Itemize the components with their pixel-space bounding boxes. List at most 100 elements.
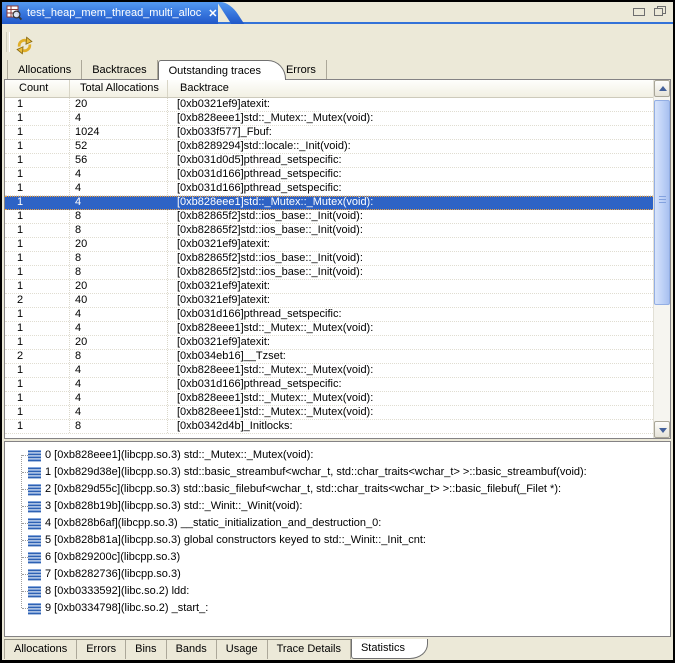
backtrace-item[interactable]: 9 [0xb0334798](libc.so.2) _start_:	[5, 600, 670, 617]
scroll-down-button[interactable]	[654, 421, 670, 438]
cell-total-allocations: 4	[70, 378, 168, 391]
toolbar	[2, 24, 673, 58]
cell-total-allocations: 8	[70, 224, 168, 237]
tab-outstanding-traces[interactable]: Outstanding traces	[158, 60, 286, 80]
cell-count: 1	[5, 112, 70, 125]
close-icon[interactable]: ✕	[208, 7, 217, 20]
cell-count: 1	[5, 168, 70, 181]
stack-frames-icon	[28, 569, 41, 581]
bottom-tab-errors[interactable]: Errors	[77, 640, 126, 659]
table-row[interactable]: 18[0xb82865f2]std::ios_base::_Init(void)…	[5, 224, 653, 238]
tab-backtraces[interactable]: Backtraces	[82, 60, 157, 79]
cell-count: 1	[5, 98, 70, 111]
refresh-traces-button[interactable]	[13, 34, 35, 56]
bottom-view-tabs: AllocationsErrorsBinsBandsUsageTrace Det…	[4, 639, 428, 659]
column-header-backtrace[interactable]: Backtrace	[168, 80, 653, 97]
cell-total-allocations: 20	[70, 98, 168, 111]
table-row[interactable]: 14[0xb828eee1]std::_Mutex::_Mutex(void):	[5, 364, 653, 378]
cell-backtrace: [0xb8289294]std::locale::_Init(void):	[168, 140, 653, 153]
cell-count: 1	[5, 406, 70, 419]
cell-total-allocations: 40	[70, 294, 168, 307]
cell-total-allocations: 56	[70, 154, 168, 167]
backtrace-item[interactable]: 3 [0xb828b19b](libcpp.so.3) std::_Winit:…	[5, 498, 670, 515]
column-header-total-allocations[interactable]: Total Allocations	[70, 80, 168, 97]
table-row[interactable]: 11024[0xb033f577]_Fbuf:	[5, 126, 653, 140]
cell-backtrace: [0xb82865f2]std::ios_base::_Init(void):	[168, 224, 653, 237]
backtrace-item[interactable]: 5 [0xb828b81a](libcpp.so.3) global const…	[5, 532, 670, 549]
bottom-tab-bins[interactable]: Bins	[126, 640, 166, 659]
table-row[interactable]: 120[0xb0321ef9]atexit:	[5, 280, 653, 294]
table-row[interactable]: 14[0xb828eee1]std::_Mutex::_Mutex(void):	[5, 392, 653, 406]
scrollbar-thumb[interactable]	[654, 100, 670, 305]
backtrace-item[interactable]: 8 [0xb0333592](libc.so.2) ldd:	[5, 583, 670, 600]
refresh-traces-icon	[15, 36, 34, 55]
table-row[interactable]: 14[0xb031d166]pthread_setspecific:	[5, 182, 653, 196]
table-row[interactable]: 120[0xb0321ef9]atexit:	[5, 98, 653, 112]
toolbar-drag-handle[interactable]	[6, 32, 10, 52]
bottom-tab-statistics[interactable]: Statistics	[351, 639, 428, 659]
cell-count: 1	[5, 266, 70, 279]
cell-count: 1	[5, 336, 70, 349]
view-window: test_heap_mem_thread_multi_alloc ✕ Alloc…	[2, 2, 673, 660]
table-row[interactable]: 18[0xb82865f2]std::ios_base::_Init(void)…	[5, 266, 653, 280]
backtrace-item-text: 6 [0xb829200c](libcpp.so.3)	[45, 551, 180, 563]
table-row[interactable]: 14[0xb031d166]pthread_setspecific:	[5, 308, 653, 322]
cell-total-allocations: 4	[70, 112, 168, 125]
vertical-scrollbar[interactable]	[653, 80, 670, 438]
backtrace-item-text: 7 [0xb8282736](libcpp.so.3)	[45, 568, 181, 580]
table-row[interactable]: 14[0xb031d166]pthread_setspecific:	[5, 168, 653, 182]
cell-count: 1	[5, 378, 70, 391]
backtrace-list: 0 [0xb828eee1](libcpp.so.3) std::_Mutex:…	[5, 442, 670, 636]
cell-count: 1	[5, 308, 70, 321]
table-row[interactable]: 152[0xb8289294]std::locale::_Init(void):	[5, 140, 653, 154]
backtrace-item[interactable]: 1 [0xb829d38e](libcpp.so.3) std::basic_s…	[5, 464, 670, 481]
cell-count: 1	[5, 420, 70, 433]
bottom-tab-usage[interactable]: Usage	[217, 640, 268, 659]
backtrace-item[interactable]: 4 [0xb828b6af](libcpp.so.3) __static_ini…	[5, 515, 670, 532]
cell-count: 1	[5, 197, 70, 209]
tab-allocations[interactable]: Allocations	[7, 60, 82, 79]
cell-total-allocations: 1024	[70, 126, 168, 139]
backtrace-detail-panel: 0 [0xb828eee1](libcpp.so.3) std::_Mutex:…	[4, 441, 671, 637]
bottom-tab-allocations[interactable]: Allocations	[4, 640, 77, 659]
stack-frames-icon	[28, 518, 41, 530]
stack-frames-icon	[28, 450, 41, 462]
cell-backtrace: [0xb033f577]_Fbuf:	[168, 126, 653, 139]
scroll-up-button[interactable]	[654, 80, 670, 97]
stack-frames-icon	[28, 603, 41, 615]
table-row[interactable]: 14[0xb828eee1]std::_Mutex::_Mutex(void):	[5, 112, 653, 126]
table-row[interactable]: 14[0xb031d166]pthread_setspecific:	[5, 378, 653, 392]
table-row[interactable]: 120[0xb0321ef9]atexit:	[5, 238, 653, 252]
view-title-tab[interactable]: test_heap_mem_thread_multi_alloc ✕	[2, 2, 218, 24]
minimize-icon[interactable]	[633, 8, 645, 16]
cell-count: 2	[5, 294, 70, 307]
restore-icon[interactable]	[654, 6, 666, 16]
cell-backtrace: [0xb82865f2]std::ios_base::_Init(void):	[168, 266, 653, 279]
cell-count: 1	[5, 126, 70, 139]
table-row[interactable]: 18[0xb82865f2]std::ios_base::_Init(void)…	[5, 210, 653, 224]
bottom-tab-trace-details[interactable]: Trace Details	[268, 640, 351, 659]
cell-total-allocations: 4	[70, 392, 168, 405]
table-row[interactable]: 14[0xb828eee1]std::_Mutex::_Mutex(void):	[5, 406, 653, 420]
cell-total-allocations: 4	[70, 322, 168, 335]
table-row[interactable]: 18[0xb82865f2]std::ios_base::_Init(void)…	[5, 252, 653, 266]
table-row[interactable]: 120[0xb0321ef9]atexit:	[5, 336, 653, 350]
backtrace-item[interactable]: 2 [0xb829d55c](libcpp.so.3) std::basic_f…	[5, 481, 670, 498]
table-row[interactable]: 240[0xb0321ef9]atexit:	[5, 294, 653, 308]
table-row[interactable]: 156[0xb031d0d5]pthread_setspecific:	[5, 154, 653, 168]
backtrace-item-text: 5 [0xb828b81a](libcpp.so.3) global const…	[45, 534, 426, 546]
column-header-count[interactable]: Count	[5, 80, 70, 97]
cell-total-allocations: 20	[70, 280, 168, 293]
table-row[interactable]: 18[0xb0342d4b]_Initlocks:	[5, 420, 653, 434]
backtrace-item[interactable]: 7 [0xb8282736](libcpp.so.3)	[5, 566, 670, 583]
backtrace-item[interactable]: 6 [0xb829200c](libcpp.so.3)	[5, 549, 670, 566]
bottom-tab-bands[interactable]: Bands	[167, 640, 217, 659]
cell-count: 1	[5, 224, 70, 237]
table-row[interactable]: 14[0xb828eee1]std::_Mutex::_Mutex(void):	[5, 196, 653, 210]
cell-backtrace: [0xb0321ef9]atexit:	[168, 280, 653, 293]
backtrace-item[interactable]: 0 [0xb828eee1](libcpp.so.3) std::_Mutex:…	[5, 447, 670, 464]
table-row[interactable]: 14[0xb828eee1]std::_Mutex::_Mutex(void):	[5, 322, 653, 336]
cell-count: 1	[5, 392, 70, 405]
table-row[interactable]: 28[0xb034eb16]__Tzset:	[5, 350, 653, 364]
cell-total-allocations: 20	[70, 238, 168, 251]
